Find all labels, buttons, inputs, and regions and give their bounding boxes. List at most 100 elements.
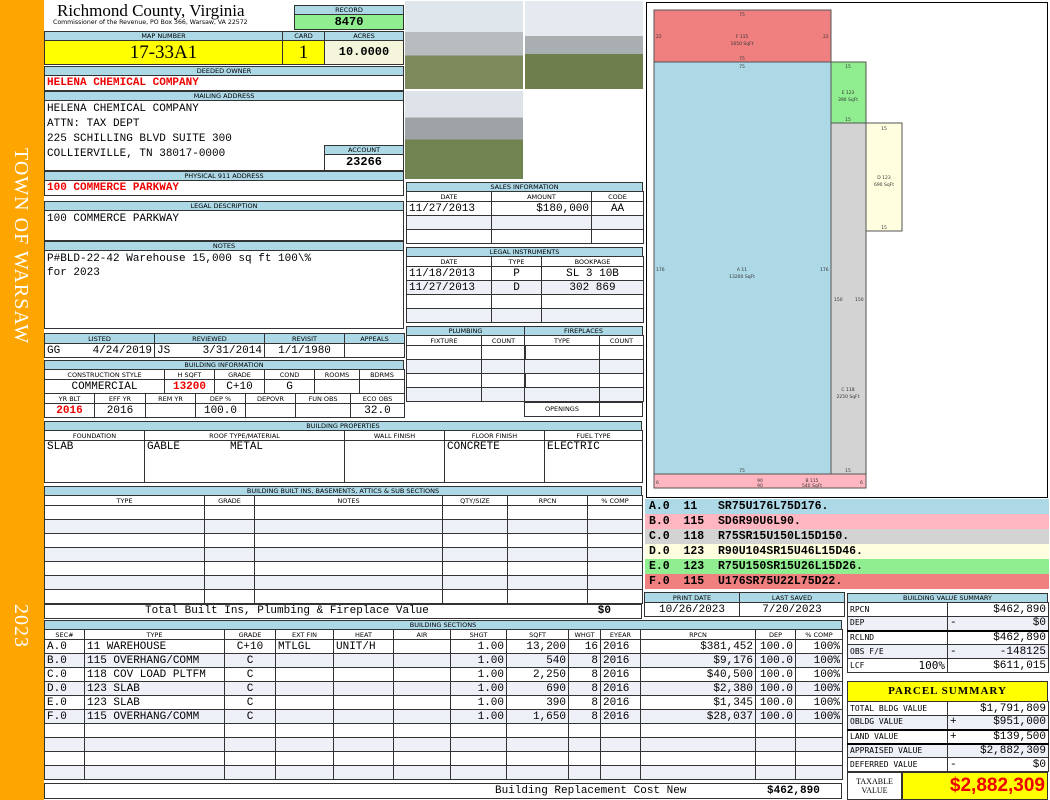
table-cell: [587, 547, 643, 562]
table-cell: [591, 215, 644, 230]
table-cell: [393, 681, 451, 696]
table-cell: 1.00: [450, 709, 507, 724]
table-cell: 390: [506, 695, 569, 710]
sketch-legend-row[interactable]: D.0 123 R90U104SR15U46L15D46.: [645, 544, 1049, 559]
dim-label: 15: [881, 225, 887, 231]
building-info-value: 32.0: [350, 403, 405, 418]
table-row: [406, 387, 526, 402]
table-cell: [600, 737, 641, 752]
column-header: AIR: [393, 629, 451, 640]
table-cell: 16: [568, 639, 601, 654]
table-cell: C: [224, 681, 276, 696]
table-cell: [755, 765, 796, 780]
summary-row: TOTAL BLDG VALUE $1,791,809: [847, 701, 1049, 716]
building-sketch[interactable]: 75 22 22 F 115 1650 SqFt 75 75 176 176 A…: [646, 2, 1048, 498]
table-cell: 8: [568, 709, 601, 724]
table-cell: [44, 533, 205, 548]
roof-material: METAL: [230, 441, 264, 454]
table-cell: [755, 751, 796, 766]
table-cell: [599, 373, 644, 388]
table-cell: [640, 737, 756, 752]
summary-value: + $139,500: [947, 729, 1049, 744]
table-cell: 1.00: [450, 667, 507, 682]
sketch-legend-row[interactable]: B.0 115 SD6R90U6L90.: [645, 514, 1049, 529]
table-cell: 1.00: [450, 639, 507, 654]
dim-label: 90: [757, 483, 763, 489]
mailing-line: HELENA CHEMICAL COMPANY: [47, 103, 199, 115]
table-row: [44, 505, 643, 520]
replacement-cost-value: $462,890: [767, 785, 820, 797]
property-photo[interactable]: [524, 0, 644, 90]
summary-label: OBS F/E: [850, 646, 884, 656]
print-date-label: PRINT DATE: [644, 592, 740, 603]
column-header: WALL FINISH: [344, 430, 445, 441]
building-info-value: [245, 403, 296, 418]
table-cell: $2,380: [640, 681, 756, 696]
table-cell: 100.0: [755, 695, 796, 710]
sketch-legend-row[interactable]: E.0 123 R75U150SR15U26L15D26.: [645, 559, 1049, 574]
column-header: ECO OBS: [350, 393, 405, 404]
table-row: [44, 737, 843, 752]
table-cell: A.0: [44, 639, 85, 654]
table-row: [44, 561, 643, 576]
table-cell: [599, 359, 644, 374]
table-cell: [254, 547, 443, 562]
table-cell: [224, 751, 276, 766]
sketch-legend-row[interactable]: C.0 118 R75SR15U150L15D150.: [645, 529, 1049, 544]
table-cell: [524, 373, 600, 388]
summary-label: RPCN: [850, 604, 870, 614]
column-header: SHGT: [450, 629, 507, 640]
column-header: FOUNDATION: [44, 430, 145, 441]
table-cell: 2016: [600, 695, 641, 710]
column-header: CONSTRUCTION STYLE: [44, 369, 165, 380]
table-cell: 1.00: [450, 695, 507, 710]
dim-label: 6: [656, 480, 659, 486]
sketch-legend-row[interactable]: A.0 11 SR75U176L75D176.: [645, 499, 1049, 514]
appeals-label: APPEALS: [344, 333, 405, 344]
table-cell: $180,000: [491, 201, 592, 216]
table-row: 11/27/2013 $180,000 AA: [406, 201, 644, 216]
table-cell: 2,250: [506, 667, 569, 682]
table-cell: [506, 723, 569, 738]
table-cell: [450, 737, 507, 752]
table-cell: [541, 294, 644, 309]
column-header: CODE: [591, 191, 644, 202]
summary-key: DEP: [847, 616, 948, 631]
column-header: FLOOR FINISH: [444, 430, 545, 441]
column-header: TYPE: [491, 256, 542, 267]
map-number: 17-33A1: [44, 40, 283, 65]
summary-label: LCF: [850, 660, 865, 670]
property-photo[interactable]: [404, 0, 524, 90]
table-cell: [44, 765, 85, 780]
table-cell: [393, 639, 451, 654]
building-info-table-1: CONSTRUCTION STYLE H SQFT GRADE COND ROOMS BD…: [44, 369, 405, 394]
summary-value: - $0: [947, 616, 1049, 631]
column-header: SQFT: [506, 629, 569, 640]
table-cell: [600, 765, 641, 780]
summary-value: $462,890: [947, 602, 1049, 617]
column-header: HEAT: [333, 629, 394, 640]
dim-label: 22: [656, 34, 662, 40]
table-cell: C: [224, 709, 276, 724]
property-photo[interactable]: [404, 90, 524, 180]
table-cell: [442, 575, 508, 590]
reviewed-label: REVIEWED: [154, 333, 265, 344]
taxable-value: $2,882,309: [902, 772, 1048, 800]
table-cell: [406, 373, 482, 388]
notes-text: P#BLD-22-42 Warehouse 15,000 sq ft 100\%…: [44, 250, 404, 329]
sketch-legend-row[interactable]: F.0 115 U176SR75U22L75D22.: [645, 574, 1049, 589]
summary-operator: +: [950, 730, 957, 743]
table-cell: [275, 723, 334, 738]
building-info-value: [359, 379, 405, 394]
column-header: DATE: [406, 256, 492, 267]
table-cell: 115 OVERHANG/COMM: [84, 709, 225, 724]
summary-value: $1,791,809: [947, 701, 1049, 716]
table-cell: 1.00: [450, 653, 507, 668]
column-header: EFF YR: [94, 393, 146, 404]
summary-row: RPCN $462,890: [847, 602, 1049, 617]
table-cell: [333, 653, 394, 668]
table-cell: D: [491, 280, 542, 295]
table-cell: 11/27/2013: [406, 201, 492, 216]
building-info-value: [314, 379, 360, 394]
dim-label: 75: [739, 468, 745, 474]
